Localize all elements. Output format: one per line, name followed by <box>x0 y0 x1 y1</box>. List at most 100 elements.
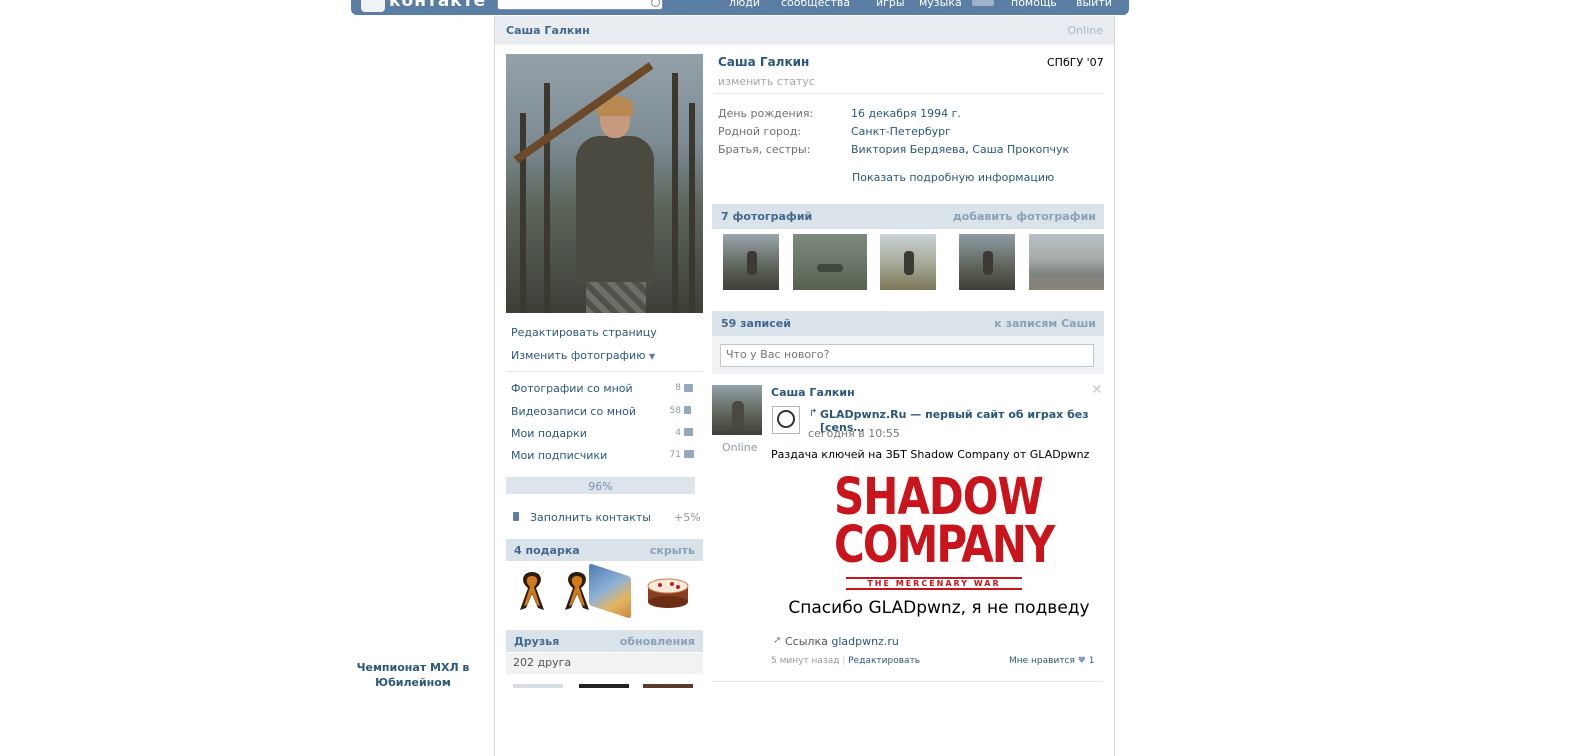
post-link-label: Ссылка <box>785 635 828 648</box>
shadow-company-logo[interactable]: SHADOW COMPANY THE MERCENARY WAR <box>834 471 1055 594</box>
post-link-url[interactable]: gladpwnz.ru <box>831 635 898 648</box>
friend-avatar[interactable] <box>579 684 629 688</box>
camera-icon <box>684 384 693 392</box>
university-badge[interactable]: СПбГУ '07 <box>1047 56 1104 69</box>
add-photos-link[interactable]: добавить фотографии <box>953 210 1096 223</box>
phone-icon <box>513 512 519 521</box>
post-time[interactable]: 5 минут назад <box>771 656 839 666</box>
photos-title[interactable]: 7 фотографий <box>721 210 812 223</box>
edit-post-link[interactable]: Редактировать <box>848 656 920 666</box>
photos-strip <box>712 233 1104 291</box>
top-header-bar: контакте люди сообщества игры музыка пом… <box>351 0 1129 15</box>
fill-contacts-link[interactable]: Заполнить контакты <box>530 511 651 524</box>
friend-avatar[interactable] <box>643 684 693 688</box>
repost-arrow-icon: ↱ <box>809 408 818 419</box>
nav-games[interactable]: игры <box>876 0 905 9</box>
friends-count[interactable]: 202 друга <box>513 656 571 669</box>
link-icon: ➚ <box>773 635 782 646</box>
photo-thumbnail[interactable] <box>959 234 1015 290</box>
hometown-label: Родной город: <box>718 125 802 138</box>
site-logo-text[interactable]: контакте <box>389 0 486 11</box>
post-meta: 5 минут назад | Редактировать <box>771 656 921 666</box>
hide-gifts-link[interactable]: скрыть <box>650 544 695 557</box>
post-link: Ссылка gladpwnz.ru <box>785 635 899 648</box>
page-header: Саша Галкин Online <box>495 16 1114 45</box>
friends-title[interactable]: Друзья <box>514 635 559 648</box>
post-author-avatar[interactable] <box>712 385 762 435</box>
online-status: Online <box>1067 24 1103 37</box>
cake-gift-icon[interactable] <box>646 576 690 610</box>
like-count: 1 <box>1088 656 1095 666</box>
page-header-name[interactable]: Саша Галкин <box>506 24 590 37</box>
post-text: Раздача ключей на ЗБТ Shadow Company от … <box>771 448 1090 461</box>
profile-page: Саша Галкин Online Редактировать страниц… <box>494 16 1115 756</box>
book-gift-icon[interactable] <box>589 563 631 619</box>
nav-logout[interactable]: выйти <box>1076 0 1112 9</box>
like-button[interactable]: Мне нравится ♥ 1 <box>1009 656 1094 666</box>
nav-music[interactable]: музыка <box>919 0 962 9</box>
logo-line: COMPANY <box>834 515 1055 574</box>
post-author-name[interactable]: Саша Галкин <box>771 386 855 399</box>
show-details-link[interactable]: Показать подробную информацию <box>852 171 1054 184</box>
change-photo-label: Изменить фотографию <box>511 349 646 362</box>
repost-time[interactable]: сегодня в 10:55 <box>808 427 900 440</box>
hometown-value[interactable]: Санкт-Петербург <box>851 125 951 138</box>
edit-page-link[interactable]: Редактировать страницу <box>511 326 657 339</box>
profile-completeness-bar: 96% <box>506 477 695 494</box>
search-icon <box>651 0 660 7</box>
photo-thumbnail[interactable] <box>793 234 867 290</box>
search-input[interactable] <box>497 0 663 10</box>
nav-help[interactable]: помощь <box>1011 0 1057 9</box>
profile-photo[interactable] <box>506 54 703 313</box>
photo-thumbnail[interactable] <box>880 234 936 290</box>
change-status-link[interactable]: изменить статус <box>718 75 815 88</box>
fill-contacts-bonus: +5% <box>674 511 701 524</box>
divider <box>714 93 1103 94</box>
photos-block-header: 7 фотографий добавить фотографии <box>712 204 1104 229</box>
friends-updates-link[interactable]: обновления <box>620 635 695 648</box>
divider <box>506 371 703 372</box>
nav-people[interactable]: люди <box>729 0 760 9</box>
gift-icon <box>684 428 693 436</box>
post-image-caption: Спасибо GLADpwnz, я не подведу <box>788 598 1090 618</box>
st-george-ribbon-gift-icon[interactable] <box>516 568 548 612</box>
logo-subtitle: THE MERCENARY WAR <box>846 577 1022 590</box>
friends-count-row: 202 друга <box>506 653 703 674</box>
ad-banner-text[interactable]: Чемпионат МХЛ в Юбилейном <box>356 660 470 690</box>
sibling-link[interactable]: Саша Прокопчук <box>972 143 1069 156</box>
birthday-label: День рождения: <box>718 107 814 120</box>
friend-avatar[interactable] <box>513 684 563 688</box>
my-gifts-link[interactable]: Мои подарки <box>511 427 587 440</box>
birthday-value[interactable]: 16 декабря 1994 г. <box>851 107 961 120</box>
post-input[interactable] <box>720 344 1094 367</box>
gifts-block-header: 4 подарка скрыть <box>506 539 703 561</box>
photos-with-me-link[interactable]: Фотографии со мной <box>511 382 633 395</box>
siblings-values: Виктория Бердяева, Саша Прокопчук <box>851 143 1070 156</box>
videos-with-me-link[interactable]: Видеозаписи со мной <box>511 405 636 418</box>
repost-source-avatar[interactable] <box>772 406 800 434</box>
my-gifts-count: 4 <box>675 428 681 438</box>
wall-title[interactable]: 59 записей <box>721 317 791 330</box>
post-input-field[interactable] <box>721 345 1091 364</box>
divider <box>712 681 1103 682</box>
sibling-link[interactable]: Виктория Бердяева <box>851 143 965 156</box>
wall-block-header: 59 записей к записям Саши <box>712 311 1104 336</box>
profile-name: Саша Галкин <box>718 55 810 69</box>
my-followers-link[interactable]: Мои подписчики <box>511 449 607 462</box>
videos-with-me-count: 58 <box>669 406 681 416</box>
delete-post-icon[interactable]: ✕ <box>1091 382 1103 398</box>
chevron-down-icon: ▼ <box>648 352 656 361</box>
post-author-online: Online <box>722 441 758 454</box>
profile-completeness-text: 96% <box>588 480 613 493</box>
to-wall-link[interactable]: к записям Саши <box>994 317 1096 330</box>
photo-thumbnail[interactable] <box>723 234 779 290</box>
change-photo-link[interactable]: Изменить фотографию ▼ <box>511 349 655 362</box>
siblings-label: Братья, сестры: <box>718 143 811 156</box>
friends-block-header: Друзья обновления <box>506 630 703 652</box>
photo-thumbnail[interactable] <box>1029 234 1104 290</box>
people-icon <box>684 450 694 458</box>
gifts-title[interactable]: 4 подарка <box>514 544 580 557</box>
vk-logo-icon[interactable] <box>361 0 385 12</box>
nav-groups[interactable]: сообщества <box>781 0 850 9</box>
message-badge[interactable] <box>972 0 994 6</box>
